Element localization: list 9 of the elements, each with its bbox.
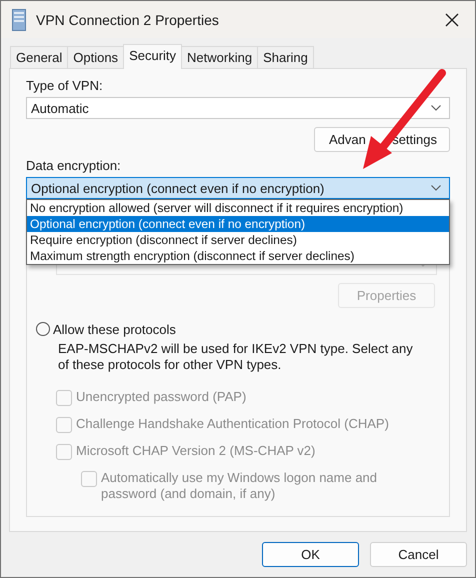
- radio-label: Allow these protocols: [53, 322, 176, 336]
- checkbox-label: Microsoft CHAP Version 2 (MS-CHAP v2): [76, 443, 316, 459]
- field-label: Type of VPN:: [26, 77, 104, 94]
- window-title: VPN Connection 2 Properties: [36, 12, 220, 28]
- field-label: Data encryption:: [26, 157, 122, 174]
- description-text: EAP-MSCHAPv2 will be used for IKEv2 VPN type. Select any of these protocols for other VPN types.: [58, 341, 413, 373]
- checkbox-label: Challenge Handshake Authentication Protocol (CHAP): [76, 416, 389, 432]
- checkbox-label: Unencrypted password (PAP): [76, 389, 246, 405]
- checkbox-label: Automatically use my Windows logon name and password (and domain, if any): [101, 470, 378, 502]
